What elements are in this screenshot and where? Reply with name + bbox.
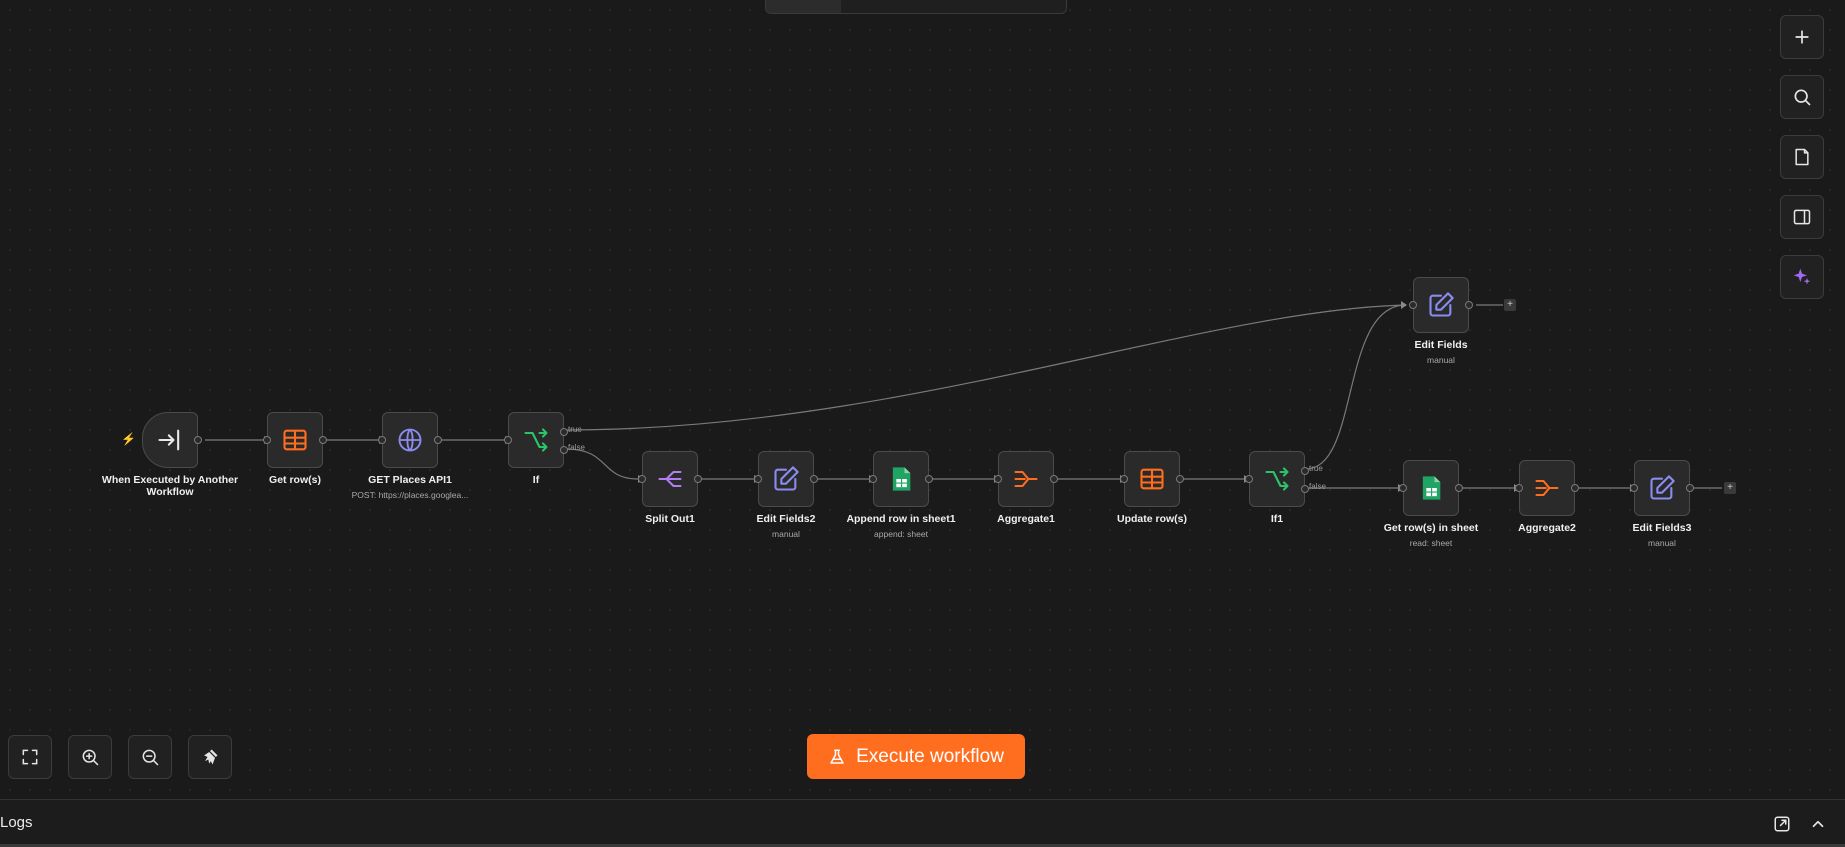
input-handle[interactable] [1630,484,1638,492]
enter-icon [158,429,180,451]
chevron-up-icon[interactable] [1809,815,1827,833]
branch-icon [1265,467,1289,491]
node-aggregate1[interactable] [994,451,1058,507]
table-icon [283,429,307,451]
pop-out-icon[interactable] [1773,815,1791,833]
edge [565,304,1407,431]
pencil-icon [1650,475,1675,500]
tab-editor[interactable] [766,0,841,13]
input-handle[interactable] [1515,484,1523,492]
node-label: If [532,474,540,486]
search-icon [1794,89,1811,106]
node-label: If1 [1270,513,1284,525]
node-subtitle: manual [1427,355,1455,365]
flask-icon [830,749,844,764]
search-button[interactable] [1780,75,1824,119]
true-output-handle[interactable]: true [1301,464,1323,475]
node-trigger[interactable] [142,412,202,468]
input-handle[interactable] [1399,484,1407,492]
logs-title: Logs [0,814,33,831]
panel-icon [1793,209,1811,225]
zoom-out-icon [142,749,159,766]
google-sheet-icon [1422,476,1441,500]
node-edit-fields[interactable] [1409,277,1473,333]
output-handle[interactable] [319,436,327,444]
add-node-button[interactable]: + [1724,482,1736,494]
merge-icon [1014,470,1038,488]
output-handle[interactable] [694,475,702,483]
sticky-note-icon [1795,148,1809,166]
node-update-rows[interactable] [1120,451,1184,507]
output-handle[interactable] [1050,475,1058,483]
node-aggregate2[interactable] [1515,460,1579,516]
input-handle[interactable] [263,436,271,444]
input-handle[interactable] [754,475,762,483]
input-handle[interactable] [994,475,1002,483]
node-subtitle: read: sheet [1409,538,1453,548]
node-subtitle: POST: https://places.googlea... [351,490,469,500]
ai-assistant-button[interactable] [1780,255,1824,299]
false-output-handle[interactable]: false [1301,482,1326,493]
add-node-panel-button[interactable] [1780,15,1824,59]
output-handle[interactable] [194,436,202,444]
node-subtitle: manual [1648,538,1676,548]
output-handle[interactable] [1455,484,1463,492]
merge-icon [1535,479,1559,497]
edge [1305,304,1407,470]
input-handle[interactable] [638,475,646,483]
broom-icon [204,749,218,765]
plus-icon [1795,30,1809,44]
node-edit-fields2[interactable] [754,451,818,507]
true-output-handle[interactable]: true [560,425,582,436]
input-handle[interactable] [378,436,386,444]
input-handle[interactable] [504,436,512,444]
output-handle[interactable] [434,436,442,444]
toggle-panel-button[interactable] [1780,195,1824,239]
branch-icon [524,428,548,452]
node-edit-fields3[interactable] [1630,460,1694,516]
node-get-places-api[interactable] [378,412,442,468]
logs-panel-bar[interactable]: Logs [0,799,1845,847]
output-handle[interactable] [810,475,818,483]
canvas-view-tabs[interactable] [765,0,1067,14]
node-label: Edit Fields manual [1361,339,1521,366]
split-icon [658,470,682,488]
globe-icon [398,428,422,452]
node-subtitle: append: sheet [874,529,928,539]
execute-workflow-label: Execute workflow [856,745,1004,767]
node-append-row[interactable] [869,451,933,507]
tidy-up-button[interactable] [188,735,232,779]
trigger-bolt-icon: ⚡ [121,432,136,446]
output-handle[interactable] [1465,301,1473,309]
zoom-in-button[interactable] [68,735,112,779]
false-output-handle[interactable]: false [560,443,585,454]
input-handle[interactable] [1409,301,1417,309]
fullscreen-icon [22,749,38,765]
zoom-out-button[interactable] [128,735,172,779]
input-handle[interactable] [1120,475,1128,483]
zoom-in-icon [82,749,99,766]
input-handle[interactable] [869,475,877,483]
sparkle-icon [1793,268,1811,285]
node-if1[interactable]: true false [1245,451,1326,507]
output-handle[interactable] [1571,484,1579,492]
node-if[interactable]: true false [504,412,585,468]
node-get-rows[interactable] [263,412,327,468]
fit-view-button[interactable] [8,735,52,779]
output-handle[interactable] [1686,484,1694,492]
pencil-icon [774,466,799,491]
add-node-button[interactable]: + [1504,299,1516,311]
table-icon [1140,468,1164,490]
node-split-out[interactable] [638,451,702,507]
node-get-rows-in-sheet[interactable] [1399,460,1463,516]
input-handle[interactable] [1245,475,1253,483]
output-handle[interactable] [1176,475,1184,483]
sticky-note-button[interactable] [1780,135,1824,179]
output-handle[interactable] [925,475,933,483]
pencil-icon [1429,292,1454,317]
node-label: Edit Fields3 manual [1582,522,1742,549]
google-sheet-icon [892,467,911,491]
execute-workflow-button[interactable]: Execute workflow [807,734,1025,779]
